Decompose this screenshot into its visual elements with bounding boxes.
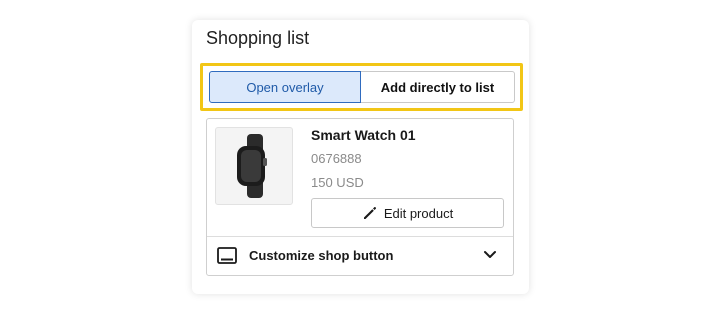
product-card: Smart Watch 01 0676888 150 USD Edit prod…	[206, 118, 514, 276]
product-id: 0676888	[311, 151, 362, 166]
add-directly-button[interactable]: Add directly to list	[361, 71, 515, 103]
product-image	[215, 127, 293, 205]
add-mode-toggle: Open overlay Add directly to list	[209, 71, 515, 103]
edit-product-label: Edit product	[383, 205, 454, 221]
toggle-highlight: Open overlay Add directly to list	[200, 63, 523, 111]
edit-product-button[interactable]: Edit product	[311, 198, 504, 228]
pencil-icon	[363, 206, 376, 219]
product-price: 150 USD	[311, 175, 364, 190]
chevron-down-icon[interactable]	[483, 250, 497, 260]
monitor-icon	[217, 247, 237, 264]
shopping-list-panel: Shopping list Open overlay Add directly …	[192, 20, 529, 294]
open-overlay-button[interactable]: Open overlay	[209, 71, 361, 103]
customize-label: Customize shop button	[249, 248, 394, 263]
product-name: Smart Watch 01	[311, 127, 416, 143]
smartwatch-icon	[237, 134, 267, 198]
customize-shop-button-row[interactable]: Customize shop button	[207, 237, 513, 275]
panel-title: Shopping list	[206, 28, 310, 48]
